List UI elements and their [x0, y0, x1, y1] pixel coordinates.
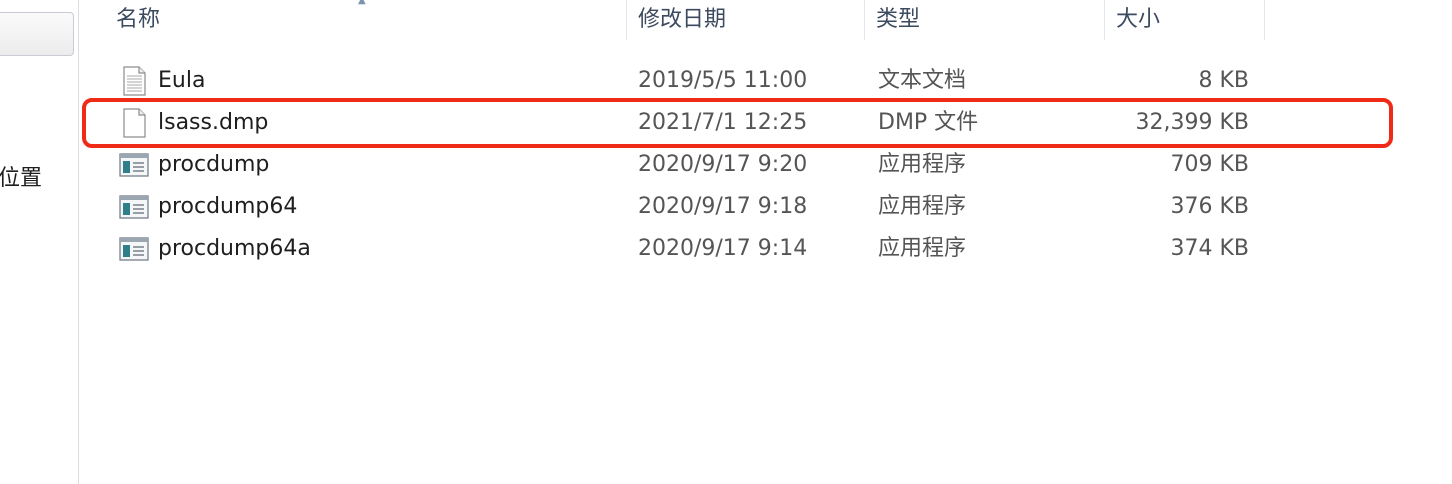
highlight-box: [82, 98, 1393, 148]
file-name: procdump: [158, 152, 270, 177]
file-type: 文本文档: [878, 68, 967, 93]
file-name: procdump64: [158, 194, 298, 219]
location-label[interactable]: 位置: [0, 160, 42, 192]
file-type: 应用程序: [878, 152, 967, 177]
column-header-type[interactable]: 类型: [865, 0, 1105, 40]
file-size: 709 KB: [1170, 152, 1249, 177]
application-icon: [119, 153, 149, 177]
file-name: procdump64a: [158, 236, 311, 261]
navigation-pane: 位置: [0, 0, 79, 484]
file-row[interactable]: Eula 2019/5/5 11:00 文本文档 8 KB: [79, 60, 1452, 102]
file-date: 2020/9/17 9:18: [638, 194, 808, 219]
application-icon: [119, 237, 149, 261]
file-size: 8 KB: [1198, 68, 1249, 93]
file-row[interactable]: procdump64a 2020/9/17 9:14 应用程序 374 KB: [79, 228, 1452, 270]
file-size: 374 KB: [1170, 236, 1249, 261]
file-type: 应用程序: [878, 236, 967, 261]
navigation-button[interactable]: [0, 12, 74, 56]
column-header-name[interactable]: 名称: [105, 0, 627, 40]
file-date: 2020/9/17 9:20: [638, 152, 808, 177]
file-date: 2020/9/17 9:14: [638, 236, 808, 261]
file-row[interactable]: procdump64 2020/9/17 9:18 应用程序 376 KB: [79, 186, 1452, 228]
file-name: Eula: [158, 68, 206, 93]
column-header-size[interactable]: 大小: [1105, 0, 1265, 40]
application-icon: [119, 195, 149, 219]
text-document-icon: [123, 66, 146, 96]
file-size: 376 KB: [1170, 194, 1249, 219]
column-header-date[interactable]: 修改日期: [627, 0, 865, 40]
file-date: 2019/5/5 11:00: [638, 68, 808, 93]
column-header-bar: ▲ 名称 修改日期 类型 大小: [79, 0, 1452, 42]
file-row[interactable]: procdump 2020/9/17 9:20 应用程序 709 KB: [79, 144, 1452, 186]
file-type: 应用程序: [878, 194, 967, 219]
